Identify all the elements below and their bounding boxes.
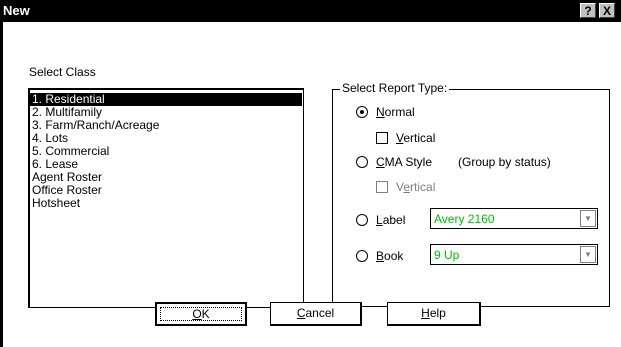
book-radio[interactable] xyxy=(356,250,368,262)
chevron-down-icon[interactable]: ▼ xyxy=(580,246,596,263)
book-option-label[interactable]: Book xyxy=(376,249,403,263)
context-help-button[interactable]: ? xyxy=(580,3,596,18)
cma-vertical-label: Vertical xyxy=(396,180,436,194)
dialog-body: Select Class 1. Residential 2. Multifami… xyxy=(0,22,621,347)
report-type-label: Select Report Type: xyxy=(340,81,450,95)
normal-vertical-checkbox[interactable] xyxy=(376,132,388,144)
class-listbox[interactable]: 1. Residential 2. Multifamily 3. Farm/Ra… xyxy=(28,88,304,308)
label-option-label[interactable]: Label xyxy=(376,213,405,227)
select-class-label: Select Class xyxy=(29,65,96,79)
normal-radio[interactable] xyxy=(356,106,368,118)
normal-vertical-label[interactable]: Vertical xyxy=(396,131,435,145)
label-type-value: Avery 2160 xyxy=(434,212,495,226)
book-type-combo[interactable]: 9 Up ▼ xyxy=(430,244,598,265)
label-radio[interactable] xyxy=(356,214,368,226)
ok-button[interactable]: OK xyxy=(155,302,247,326)
cma-style-radio[interactable] xyxy=(356,156,368,168)
normal-label[interactable]: Normal xyxy=(376,105,415,119)
cma-vertical-checkbox[interactable] xyxy=(376,181,388,193)
close-button[interactable]: X xyxy=(599,3,615,18)
cma-style-note: (Group by status) xyxy=(458,155,551,169)
help-button[interactable]: Help xyxy=(387,302,481,326)
title-bar: New ? X xyxy=(0,0,621,22)
chevron-down-icon[interactable]: ▼ xyxy=(580,210,596,227)
book-type-value: 9 Up xyxy=(434,248,460,262)
window-title: New xyxy=(3,3,30,18)
focus-rect xyxy=(160,307,242,321)
list-item[interactable]: 3. Farm/Ranch/Acreage xyxy=(30,119,302,132)
list-item[interactable]: Hotsheet xyxy=(30,197,302,210)
label-type-combo[interactable]: Avery 2160 ▼ xyxy=(430,208,598,229)
report-type-group xyxy=(332,89,610,307)
cma-style-label[interactable]: CMA Style xyxy=(376,155,432,169)
cancel-button[interactable]: Cancel xyxy=(270,302,362,326)
